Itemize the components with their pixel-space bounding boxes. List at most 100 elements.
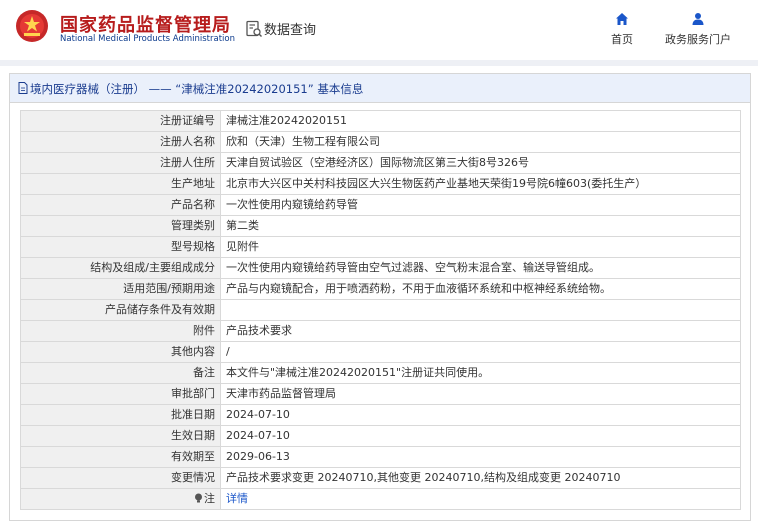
row-value-text: 天津市药品监督管理局 (226, 387, 336, 400)
row-value-text: 天津自贸试验区（空港经济区）国际物流区第三大街8号326号 (226, 156, 529, 169)
row-value: 天津市药品监督管理局 (220, 383, 741, 405)
nav-home-label: 首页 (611, 33, 633, 46)
table-row: 型号规格 见附件 (20, 236, 741, 258)
table-row: 生产地址 北京市大兴区中关村科技园区大兴生物医药产业基地天荣街19号院6幢603(… (20, 173, 741, 195)
row-label: 适用范围/预期用途 (20, 278, 221, 300)
panel-header: 境内医疗器械（注册） —— “津械注准20242020151” 基本信息 (10, 74, 750, 103)
row-value-text: 本文件与"津械注准20242020151"注册证共同使用。 (226, 366, 490, 379)
row-value: 见附件 (220, 236, 741, 258)
row-label: 结构及组成/主要组成成分 (20, 257, 221, 279)
row-label: 型号规格 (20, 236, 221, 258)
row-value: 产品与内窥镜配合，用于喷洒药粉，不用于血液循环系统和中枢神经系统给物。 (220, 278, 741, 300)
user-icon (692, 13, 704, 25)
row-label: 批准日期 (20, 404, 221, 426)
row-value: 一次性使用内窥镜给药导管 (220, 194, 741, 216)
table-row: 生效日期 2024-07-10 (20, 425, 741, 447)
row-value: 产品技术要求变更 20240710,其他变更 20240710,结构及组成变更 … (220, 467, 741, 489)
row-label-text: 产品名称 (171, 198, 215, 211)
row-label-text: 生效日期 (171, 429, 215, 442)
table-row: 变更情况 产品技术要求变更 20240710,其他变更 20240710,结构及组… (20, 467, 741, 489)
row-value-text: 2029-06-13 (226, 450, 290, 463)
table-row: 注册证编号 津械注准20242020151 (20, 110, 741, 132)
row-value (220, 299, 741, 321)
row-label: 产品储存条件及有效期 (20, 299, 221, 321)
row-label: 备注 (20, 362, 221, 384)
row-label: 附件 (20, 320, 221, 342)
row-value-text: 北京市大兴区中关村科技园区大兴生物医药产业基地天荣街19号院6幢603(委托生产… (226, 177, 647, 190)
detail-panel: 境内医疗器械（注册） —— “津械注准20242020151” 基本信息 注册证… (9, 73, 751, 521)
row-label-text: 管理类别 (171, 219, 215, 232)
row-value: 第二类 (220, 215, 741, 237)
table-row: 注册人住所 天津自贸试验区（空港经济区）国际物流区第三大街8号326号 (20, 152, 741, 174)
row-value-text: 产品技术要求变更 20240710,其他变更 20240710,结构及组成变更 … (226, 471, 621, 484)
site-header: 国家药品监督管理局 National Medical Products Admi… (0, 0, 758, 60)
row-value: 北京市大兴区中关村科技园区大兴生物医药产业基地天荣街19号院6幢603(委托生产… (220, 173, 741, 195)
row-label-text: 注 (204, 492, 215, 505)
lightbulb-icon (195, 493, 202, 503)
row-value: 一次性使用内窥镜给药导管由空气过滤器、空气粉末混合室、输送导管组成。 (220, 257, 741, 279)
row-value: / (220, 341, 741, 363)
row-value: 2024-07-10 (220, 425, 741, 447)
row-label: 生产地址 (20, 173, 221, 195)
row-value-text: 2024-07-10 (226, 429, 290, 442)
row-label: 其他内容 (20, 341, 221, 363)
table-row: 管理类别 第二类 (20, 215, 741, 237)
header-divider (0, 60, 758, 66)
nav-home[interactable]: 首页 (604, 12, 640, 47)
row-label: 注册人名称 (20, 131, 221, 153)
row-label-text: 其他内容 (171, 345, 215, 358)
row-label: 变更情况 (20, 467, 221, 489)
row-label: 管理类别 (20, 215, 221, 237)
table-row: 有效期至 2029-06-13 (20, 446, 741, 468)
row-label-text: 注册人名称 (160, 135, 215, 148)
table-row: 附件 产品技术要求 (20, 320, 741, 342)
site-logo-subtitle: National Medical Products Administration (60, 34, 235, 44)
row-value: 天津自贸试验区（空港经济区）国际物流区第三大街8号326号 (220, 152, 741, 174)
row-value-text: 第二类 (226, 219, 259, 232)
row-label-text: 有效期至 (171, 450, 215, 463)
data-query-label[interactable]: 数据查询 (264, 19, 316, 38)
row-value: 津械注准20242020151 (220, 110, 741, 132)
row-label-text: 注册人住所 (160, 156, 215, 169)
row-value: 2024-07-10 (220, 404, 741, 426)
row-value: 详情 (220, 488, 741, 510)
row-value: 2029-06-13 (220, 446, 741, 468)
row-label-text: 产品储存条件及有效期 (105, 303, 215, 316)
row-value: 产品技术要求 (220, 320, 741, 342)
row-label-text: 变更情况 (171, 471, 215, 484)
table-row: 注册人名称 欣和（天津）生物工程有限公司 (20, 131, 741, 153)
table-row: 备注 本文件与"津械注准20242020151"注册证共同使用。 (20, 362, 741, 384)
table-row: 其他内容 / (20, 341, 741, 363)
row-label: 注册证编号 (20, 110, 221, 132)
row-label-text: 审批部门 (171, 387, 215, 400)
panel-title: 境内医疗器械（注册） —— “津械注准20242020151” 基本信息 (30, 82, 364, 96)
row-value-text: / (226, 345, 230, 358)
row-value-text: 见附件 (226, 240, 259, 253)
row-value: 欣和（天津）生物工程有限公司 (220, 131, 741, 153)
row-label-text: 结构及组成/主要组成成分 (90, 261, 215, 274)
row-label-text: 备注 (193, 366, 215, 379)
nav-service-portal[interactable]: 政务服务门户 (660, 12, 736, 47)
row-label-text: 生产地址 (171, 177, 215, 190)
table-row: 产品名称 一次性使用内窥镜给药导管 (20, 194, 741, 216)
row-value-text: 2024-07-10 (226, 408, 290, 421)
table-row: 产品储存条件及有效期 (20, 299, 741, 321)
row-label-text: 注册证编号 (160, 114, 215, 127)
detail-link[interactable]: 详情 (226, 492, 248, 505)
row-value-text: 产品与内窥镜配合，用于喷洒药粉，不用于血液循环系统和中枢神经系统给物。 (226, 282, 611, 295)
row-label: 产品名称 (20, 194, 221, 216)
row-label: 生效日期 (20, 425, 221, 447)
row-label-text: 批准日期 (171, 408, 215, 421)
row-label: 有效期至 (20, 446, 221, 468)
table-row: 审批部门 天津市药品监督管理局 (20, 383, 741, 405)
nav-service-portal-label: 政务服务门户 (665, 33, 731, 46)
row-label: 注 (20, 488, 221, 510)
row-value-text: 一次性使用内窥镜给药导管 (226, 198, 358, 211)
table-row: 批准日期 2024-07-10 (20, 404, 741, 426)
row-label-text: 型号规格 (171, 240, 215, 253)
document-icon (18, 82, 28, 94)
detail-table: 注册证编号 津械注准20242020151 注册人名称 欣和（天津）生物工程有限公司注… (20, 110, 741, 510)
table-row: 结构及组成/主要组成成分 一次性使用内窥镜给药导管由空气过滤器、空气粉末混合室、输… (20, 257, 741, 279)
row-label-text: 附件 (193, 324, 215, 337)
table-row: 适用范围/预期用途 产品与内窥镜配合，用于喷洒药粉，不用于血液循环系统和中枢神经系… (20, 278, 741, 300)
